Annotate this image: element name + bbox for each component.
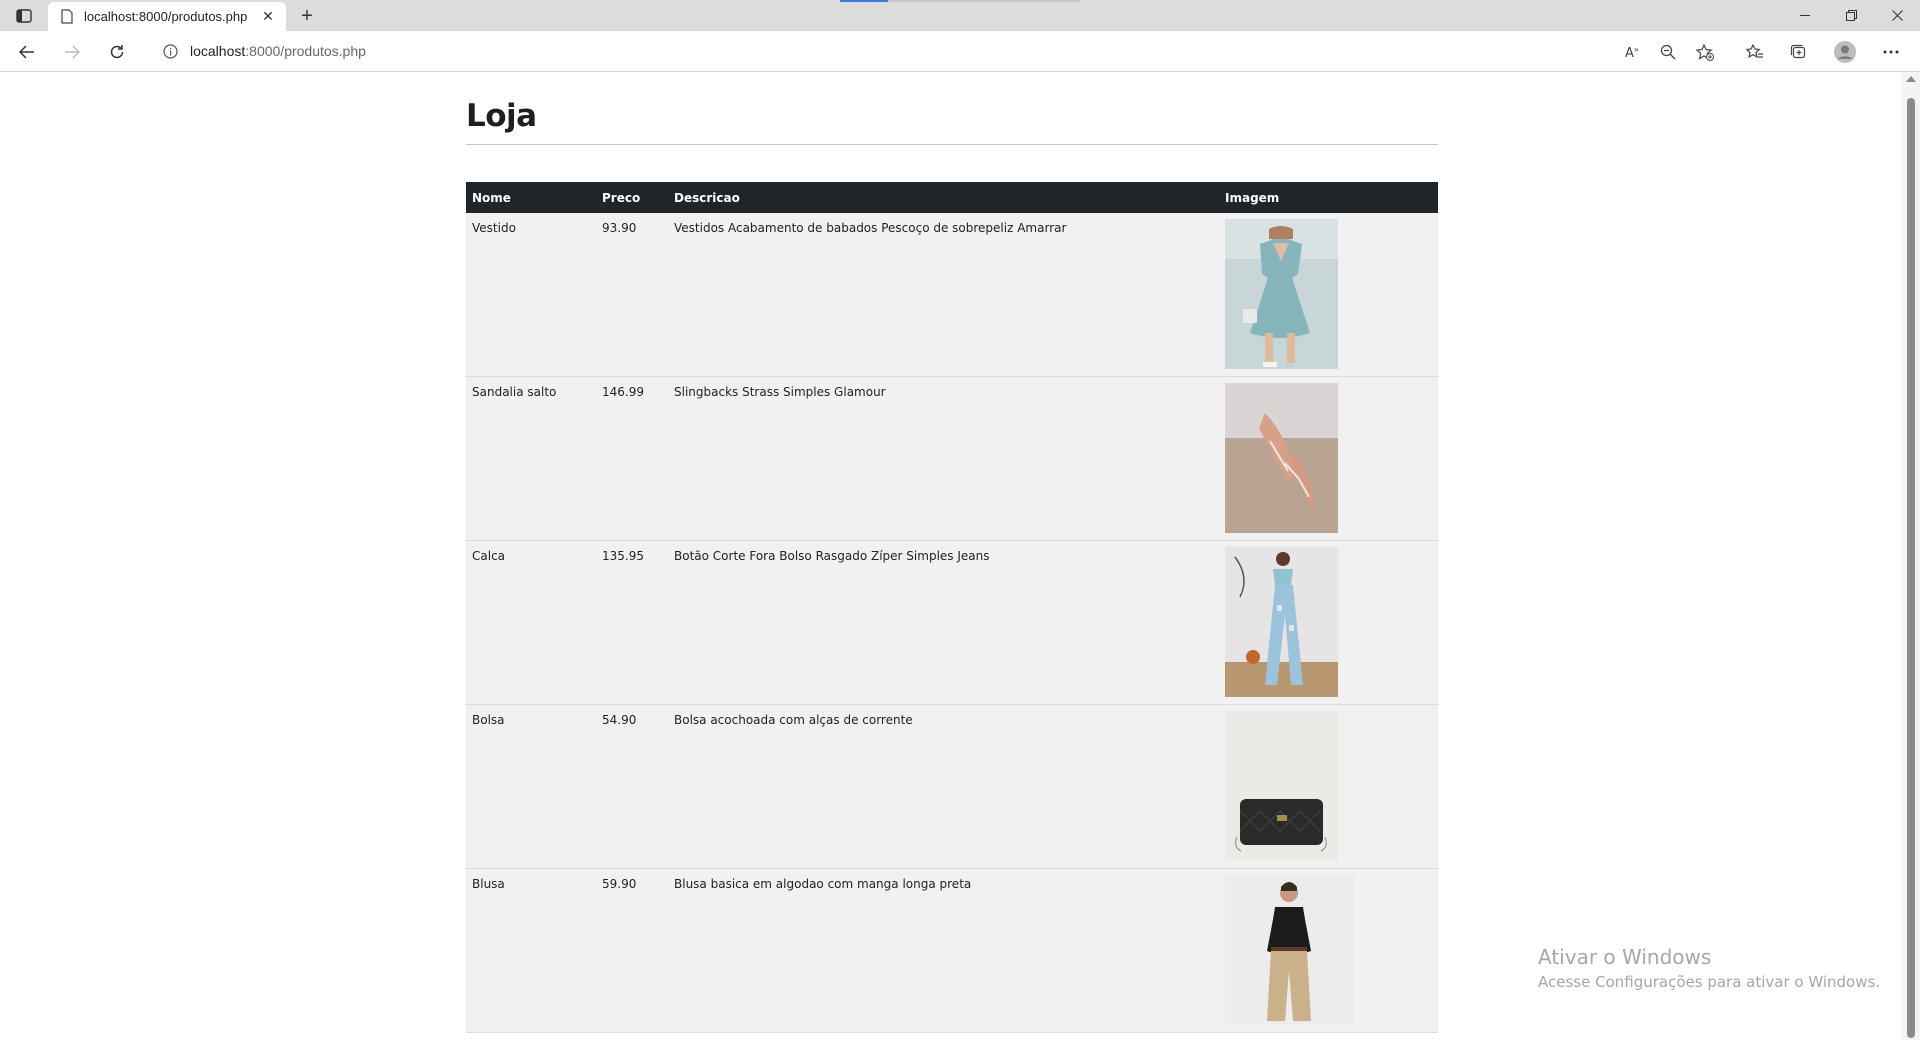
column-header-preco: Preco [602, 190, 641, 205]
product-name: Bolsa [466, 704, 596, 869]
windows-activation-watermark: Ativar o Windows Acesse Configurações pa… [1538, 945, 1880, 991]
more-menu-icon[interactable] [1878, 39, 1904, 65]
url-path: :8000/produtos.php [245, 43, 366, 59]
close-window-icon[interactable] [1874, 0, 1920, 31]
table-header-row: Nome Preco Descricao Imagem [466, 182, 1438, 213]
product-price: 59.90 [596, 868, 668, 1033]
table-row: Calca 135.95 Botão Corte Fora Bolso Rasg… [466, 540, 1438, 705]
svg-text:A: A [1625, 46, 1634, 59]
tab-strip: localhost:8000/produtos.php ✕ + [0, 0, 1920, 31]
watermark-title: Ativar o Windows [1538, 945, 1712, 969]
loading-indicator [840, 0, 888, 2]
table-row: Blusa 59.90 Blusa basica em algodao com … [466, 868, 1438, 1033]
jeans-photo [1225, 547, 1338, 697]
sandal-photo [1225, 383, 1338, 533]
watermark-subtitle: Acesse Configurações para ativar o Windo… [1538, 973, 1881, 991]
product-description: Bolsa acochoada com alças de corrente [668, 704, 1219, 869]
new-tab-button[interactable]: + [296, 5, 318, 27]
product-image-cell [1219, 868, 1438, 1033]
product-image-cell [1219, 540, 1438, 705]
column-header-imagem: Imagem [1225, 190, 1280, 205]
tab-title: localhost:8000/produtos.php [84, 9, 248, 24]
browser-toolbar: localhost:8000/produtos.php A» [0, 31, 1920, 72]
column-header-descricao: Descricao [674, 190, 740, 205]
url-host: localhost [190, 43, 246, 59]
url-text: localhost:8000/produtos.php [190, 43, 366, 59]
product-image-cell [1219, 213, 1438, 377]
read-aloud-icon[interactable]: A» [1620, 39, 1646, 65]
back-icon[interactable] [13, 38, 41, 66]
zoom-out-icon[interactable] [1655, 39, 1681, 65]
table-row: Vestido 93.90 Vestidos Acabamento de bab… [466, 213, 1438, 377]
tab-actions-icon[interactable] [12, 6, 36, 26]
scroll-up-icon[interactable] [1906, 76, 1916, 82]
close-tab-icon[interactable]: ✕ [260, 8, 276, 25]
favorites-icon[interactable] [1742, 39, 1768, 65]
bag-photo [1225, 711, 1338, 861]
page-title: Loja [466, 98, 537, 134]
collections-icon[interactable] [1786, 39, 1812, 65]
products-table: Nome Preco Descricao Imagem Vestido 93.9… [466, 182, 1438, 1033]
product-description: Botão Corte Fora Bolso Rasgado Zíper Sim… [668, 540, 1219, 705]
browser-tab[interactable]: localhost:8000/produtos.php ✕ [48, 2, 286, 31]
product-price: 146.99 [596, 376, 668, 541]
product-name: Blusa [466, 868, 596, 1033]
svg-text:»: » [1634, 45, 1639, 54]
column-header-nome: Nome [472, 190, 511, 205]
page-viewport: Loja Nome Preco Descricao Imagem Vestido… [0, 72, 1902, 1040]
page-scrollbar[interactable] [1902, 72, 1920, 1040]
profile-avatar-icon[interactable] [1832, 39, 1858, 65]
loading-track [888, 0, 1080, 2]
title-divider [466, 144, 1438, 145]
scrollbar-thumb[interactable] [1907, 98, 1915, 1038]
product-description: Vestidos Acabamento de babados Pescoço d… [668, 213, 1219, 377]
table-row: Sandalia salto 146.99 Slingbacks Strass … [466, 376, 1438, 541]
refresh-icon[interactable] [103, 38, 131, 66]
product-image-cell [1219, 704, 1438, 869]
add-favorite-icon[interactable] [1692, 39, 1718, 65]
product-price: 135.95 [596, 540, 668, 705]
minimize-icon[interactable] [1782, 0, 1828, 31]
site-info-icon[interactable] [162, 43, 178, 59]
product-description: Slingbacks Strass Simples Glamour [668, 376, 1219, 541]
address-bar[interactable]: localhost:8000/produtos.php [146, 35, 1726, 67]
table-row: Bolsa 54.90 Bolsa acochoada com alças de… [466, 704, 1438, 869]
restore-icon[interactable] [1828, 0, 1874, 31]
product-price: 93.90 [596, 213, 668, 377]
page-icon [60, 9, 74, 25]
blouse-photo [1225, 875, 1354, 1025]
product-name: Calca [466, 540, 596, 705]
product-price: 54.90 [596, 704, 668, 869]
forward-icon[interactable] [58, 38, 86, 66]
product-description: Blusa basica em algodao com manga longa … [668, 868, 1219, 1033]
product-name: Sandalia salto [466, 376, 596, 541]
product-name: Vestido [466, 213, 596, 377]
dress-photo [1225, 219, 1338, 369]
product-image-cell [1219, 376, 1438, 541]
